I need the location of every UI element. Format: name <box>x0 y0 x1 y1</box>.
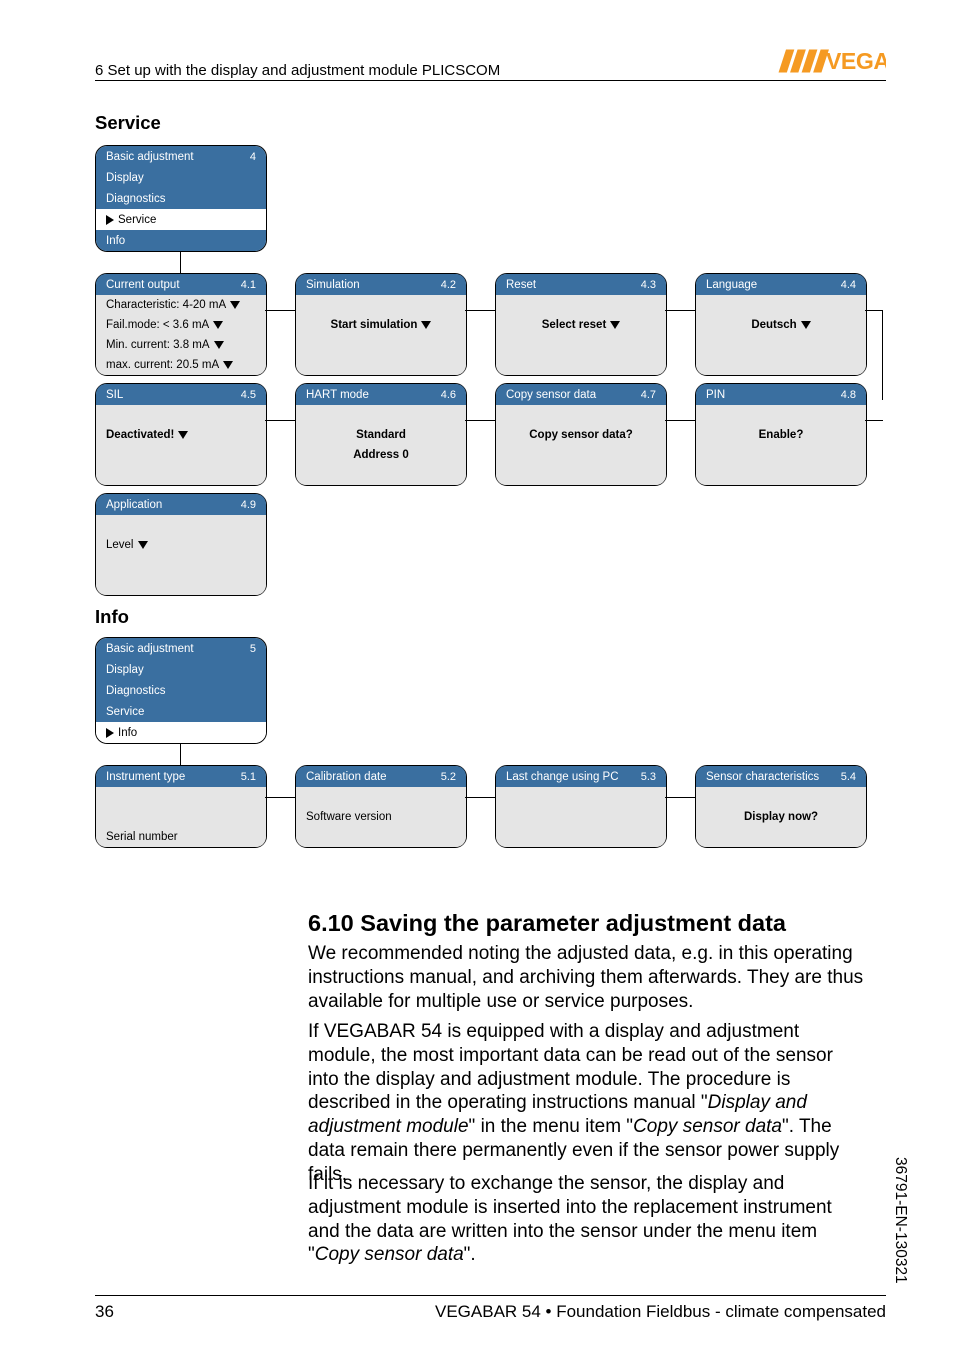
footer-rule <box>95 1295 886 1296</box>
connector <box>665 310 695 311</box>
connector <box>665 420 695 421</box>
connector <box>180 252 181 274</box>
heading-610: 6.10 Saving the parameter adjustment dat… <box>308 910 786 937</box>
menu-row-selected: Service <box>96 209 266 230</box>
connector <box>265 797 295 798</box>
paragraph-1: We recommended noting the adjusted data,… <box>308 942 868 1013</box>
box-current-output: Current output4.1 Characteristic: 4-20 m… <box>95 273 267 376</box>
connector <box>665 797 695 798</box>
box-hart: HART mode4.6 Standard Address 0 <box>295 383 467 486</box>
box-last-change: Last change using PC5.3 <box>495 765 667 848</box>
connector <box>265 420 295 421</box>
menu-info: Basic adjustment5 Display Diagnostics Se… <box>95 637 267 744</box>
connector <box>865 420 883 421</box>
menu-service: Basic adjustment4 Display Diagnostics Se… <box>95 145 267 252</box>
box-sil: SIL4.5 Deactivated! <box>95 383 267 486</box>
menu-row: Diagnostics <box>96 188 266 209</box>
box-simulation: Simulation4.2 Start simulation <box>295 273 467 376</box>
connector <box>865 310 883 311</box>
service-heading: Service <box>95 112 161 134</box>
connector <box>265 310 295 311</box>
connector <box>465 420 495 421</box>
box-calibration: Calibration date5.2 Software version <box>295 765 467 848</box>
doc-id-vertical: 36791-EN-130321 <box>891 1157 909 1284</box>
connector <box>465 797 495 798</box>
menu-row-selected: Info <box>96 722 266 743</box>
info-heading: Info <box>95 606 129 628</box>
box-application: Application4.9 Level <box>95 493 267 596</box>
connector <box>882 310 883 400</box>
menu-row: Service <box>96 701 266 722</box>
connector <box>465 310 495 311</box>
box-reset: Reset4.3 Select reset <box>495 273 667 376</box>
menu-row: Display <box>96 167 266 188</box>
box-copy: Copy sensor data4.7 Copy sensor data? <box>495 383 667 486</box>
page-number: 36 <box>95 1302 114 1322</box>
box-instrument-type: Instrument type5.1 Serial number <box>95 765 267 848</box>
connector <box>180 744 181 766</box>
menu-row: Basic adjustment4 <box>96 146 266 167</box>
box-sensor-char: Sensor characteristics5.4 Display now? <box>695 765 867 848</box>
menu-row: Display <box>96 659 266 680</box>
box-pin: PIN4.8 Enable? <box>695 383 867 486</box>
header-text: 6 Set up with the display and adjustment… <box>95 62 500 79</box>
box-language: Language4.4 Deutsch <box>695 273 867 376</box>
menu-row: Basic adjustment5 <box>96 638 266 659</box>
footer-text: VEGABAR 54 • Foundation Fieldbus - clima… <box>435 1302 886 1322</box>
menu-row: Info <box>96 230 266 251</box>
svg-text:VEGA: VEGA <box>826 48 886 74</box>
menu-row: Diagnostics <box>96 680 266 701</box>
paragraph-3: If it is necessary to exchange the senso… <box>308 1172 868 1267</box>
paragraph-2: If VEGABAR 54 is equipped with a display… <box>308 1020 868 1186</box>
vega-logo: VEGA <box>766 46 886 81</box>
